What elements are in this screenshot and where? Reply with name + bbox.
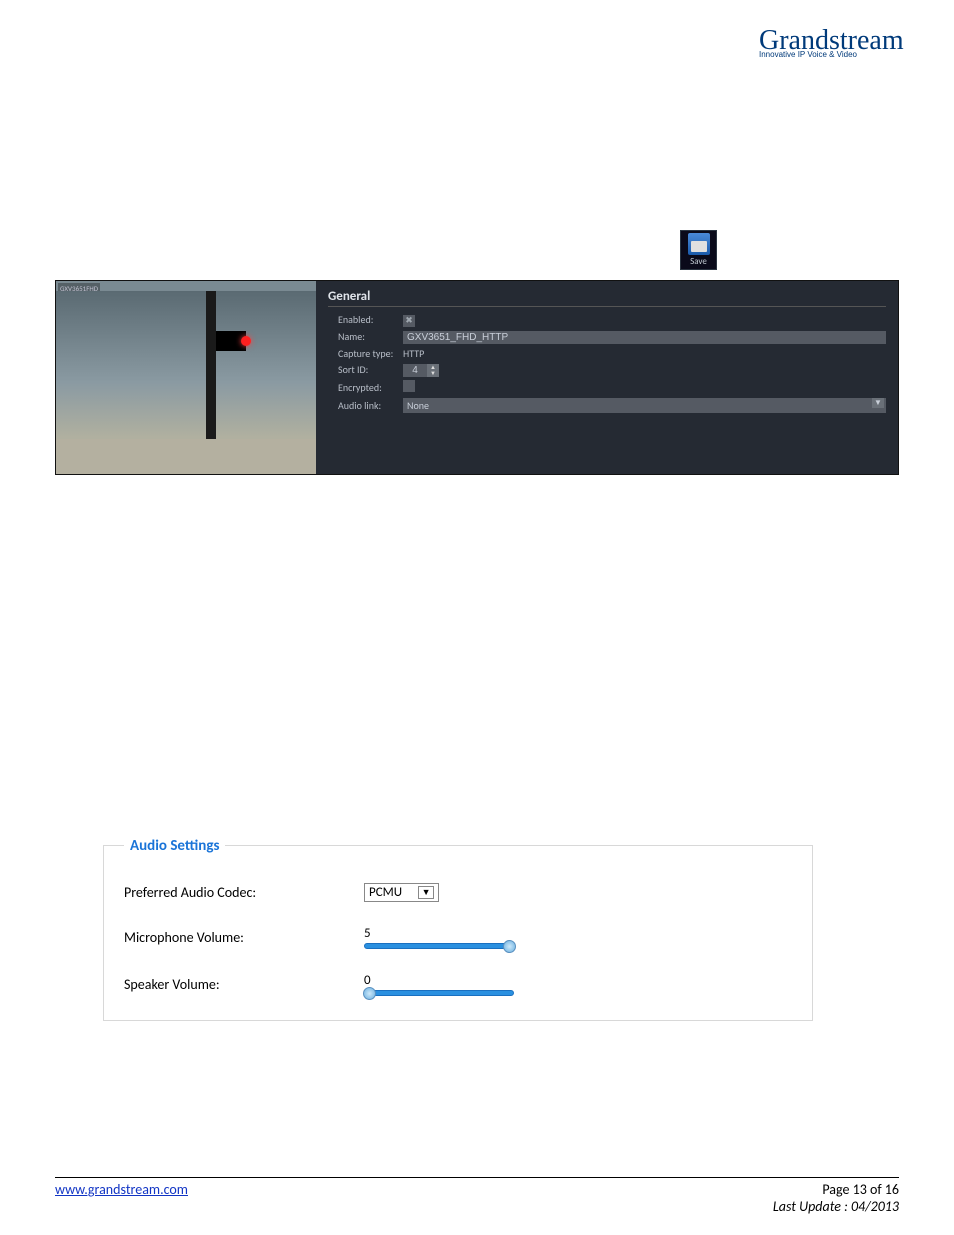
spinner-buttons[interactable]: ▲▼ [427, 364, 439, 377]
page-footer: www.grandstream.com Page 13 of 16 Last U… [55, 1177, 899, 1215]
mic-volume-slider[interactable] [364, 943, 514, 949]
floppy-disk-icon [688, 233, 710, 255]
camera-preview[interactable]: GXV3651FHD [56, 281, 316, 474]
preview-scene [56, 291, 316, 474]
mic-volume-value: 5 [364, 926, 514, 941]
capture-type-value: HTTP [403, 347, 886, 360]
speaker-volume-label: Speaker Volume: [124, 976, 364, 993]
slider-thumb[interactable] [363, 987, 376, 1000]
mic-volume-label: Microphone Volume: [124, 929, 364, 946]
audio-settings-legend: Audio Settings [124, 837, 225, 855]
logo-text: Grandstream Innovative IP Voice & Video [759, 30, 899, 59]
page-number: Page 13 of 16 [773, 1181, 899, 1198]
logo: Grandstream Innovative IP Voice & Video [759, 30, 899, 59]
speaker-volume-value: 0 [364, 973, 514, 988]
sort-id-spinner[interactable]: ▲▼ [403, 364, 439, 377]
enabled-checkbox[interactable]: ✖ [403, 315, 415, 327]
encrypted-label: Encrypted: [328, 381, 403, 394]
capture-type-label: Capture type: [328, 347, 403, 360]
audio-codec-label: Preferred Audio Codec: [124, 884, 364, 901]
name-label: Name: [328, 330, 403, 343]
speaker-volume-slider[interactable] [364, 990, 514, 996]
name-input[interactable] [403, 331, 886, 344]
chevron-down-icon: ▼ [418, 886, 434, 899]
camera-config-panel: GXV3651FHD General Enabled: ✖ Name: Capt… [55, 280, 899, 475]
last-update: Last Update : 04/2013 [773, 1198, 899, 1215]
general-form: General Enabled: ✖ Name: Capture type: H… [316, 281, 898, 474]
slider-thumb[interactable] [503, 940, 516, 953]
save-label: Save [690, 256, 707, 267]
sort-id-label: Sort ID: [328, 363, 403, 376]
audio-settings-panel: Audio Settings Preferred Audio Codec: PC… [103, 845, 813, 1021]
sort-id-input[interactable] [403, 364, 427, 377]
audio-codec-select[interactable]: PCMU ▼ [364, 883, 439, 902]
enabled-label: Enabled: [328, 313, 403, 326]
footer-url-link[interactable]: www.grandstream.com [55, 1181, 188, 1215]
audio-link-dropdown[interactable]: None ▼ [403, 398, 886, 413]
save-button[interactable]: Save [680, 230, 717, 270]
audio-link-label: Audio link: [328, 399, 403, 412]
general-title: General [328, 289, 886, 307]
chevron-down-icon: ▼ [872, 398, 884, 408]
encrypted-checkbox[interactable] [403, 380, 415, 392]
